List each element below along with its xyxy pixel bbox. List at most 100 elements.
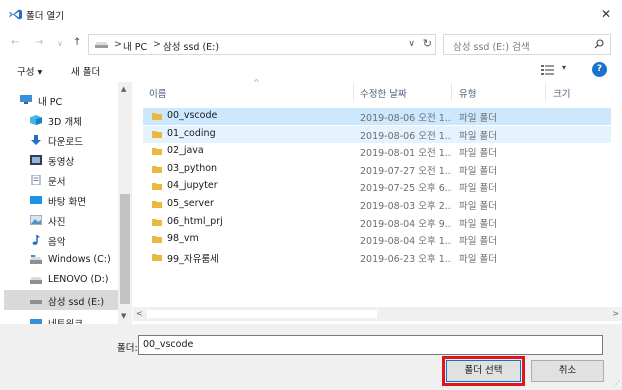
drive-icon — [30, 297, 42, 304]
nav-item-network[interactable]: 네트워크 — [4, 312, 118, 324]
file-type: 파일 폴더 — [459, 218, 497, 230]
forward-arrow-icon[interactable]: → — [35, 37, 43, 48]
file-type: 파일 폴더 — [459, 253, 497, 265]
column-header-type[interactable]: 유형 — [459, 86, 476, 100]
folder-icon — [152, 148, 162, 156]
nav-item-pictures[interactable]: 사진 — [4, 210, 118, 230]
nav-item-desktop[interactable]: 바탕 화면 — [4, 190, 118, 210]
file-row[interactable]: 02_java 2019-08-01 오전 1... 파일 폴더 — [143, 143, 611, 160]
file-name: 03_python — [167, 162, 218, 174]
address-bar[interactable]: > 내 PC > 삼성 ssd (E:) ∨ ↻ — [88, 34, 436, 55]
file-type: 파일 폴더 — [459, 201, 497, 212]
column-header-name[interactable]: 이름 — [149, 86, 166, 100]
nav-item-label: Windows (C:) — [48, 254, 111, 265]
file-name: 98_vm — [167, 233, 199, 245]
folder-name-input[interactable]: 00_vscode — [138, 335, 603, 355]
search-icon[interactable] — [594, 39, 604, 49]
file-row[interactable]: 00_vscode 2019-08-06 오전 1... 파일 폴더 — [143, 108, 611, 125]
chevron-down-icon[interactable]: ∨ — [408, 39, 415, 49]
dialog-footer: 폴더: 00_vscode 폴더 선택 취소 ⋰ — [0, 324, 622, 390]
file-modified-date: 2019-08-04 오후 9... — [360, 218, 452, 230]
music-icon — [32, 235, 40, 245]
file-name: 04_jupyter — [167, 180, 218, 192]
file-row[interactable]: 01_coding 2019-08-06 오전 1... 파일 폴더 — [143, 125, 611, 143]
help-icon[interactable]: ? — [592, 62, 607, 77]
nav-pane-scrollbar[interactable]: ▲ ▼ — [118, 82, 132, 324]
visual-studio-code-icon — [9, 9, 22, 20]
nav-item-drive-e[interactable]: 삼성 ssd (E:) — [4, 290, 118, 310]
view-icon — [541, 65, 554, 75]
navigation-pane: 내 PC 3D 개체 다운로드 동영상 문서 바탕 화면 사진 음악 Windo… — [0, 82, 133, 324]
video-icon — [30, 155, 42, 165]
file-row[interactable]: 05_server 2019-08-03 오후 2... 파일 폴더 — [143, 196, 611, 213]
breadcrumb-separator: > — [114, 39, 122, 50]
folder-icon — [152, 183, 162, 191]
new-folder-button[interactable]: 새 폴더 — [71, 64, 100, 78]
column-header-size[interactable]: 크기 — [553, 86, 570, 100]
breadcrumb-separator: > — [153, 39, 161, 50]
column-divider[interactable] — [353, 83, 354, 101]
file-type: 파일 폴더 — [459, 165, 497, 177]
nav-item-label: LENOVO (D:) — [48, 274, 109, 285]
horizontal-scrollbar[interactable]: < > — [133, 307, 622, 321]
nav-item-drive-c[interactable]: Windows (C:) — [4, 250, 118, 270]
nav-item-drive-d[interactable]: LENOVO (D:) — [4, 270, 118, 290]
nav-item-label: 음악 — [48, 237, 66, 248]
window-title: 폴더 열기 — [26, 11, 64, 22]
scroll-up-icon[interactable]: ▲ — [121, 85, 126, 93]
breadcrumb-this-pc[interactable]: 내 PC — [123, 39, 147, 53]
column-divider[interactable] — [451, 83, 452, 101]
download-icon — [31, 135, 41, 145]
nav-item-label: 3D 개체 — [48, 117, 82, 128]
column-divider[interactable] — [545, 83, 546, 101]
back-arrow-icon[interactable]: ← — [11, 37, 19, 48]
column-header-modified[interactable]: 수정한 날짜 — [360, 86, 407, 100]
cancel-button[interactable]: 취소 — [531, 360, 604, 382]
document-icon — [31, 175, 41, 185]
select-folder-button[interactable]: 폴더 선택 — [446, 360, 521, 382]
organize-button[interactable]: 구성 ▾ — [17, 64, 42, 78]
nav-item-music[interactable]: 음악 — [4, 230, 118, 250]
network-icon — [30, 319, 42, 324]
nav-item-this-pc[interactable]: 내 PC — [4, 90, 118, 110]
nav-item-label: 사진 — [48, 217, 66, 228]
navigation-row: ← → ∨ ↑ > 내 PC > 삼성 ssd (E:) ∨ ↻ 삼성 ssd … — [0, 31, 622, 57]
breadcrumb-drive-e[interactable]: 삼성 ssd (E:) — [163, 39, 219, 53]
file-row[interactable]: 06_html_prj 2019-08-04 오후 9... 파일 폴더 — [143, 214, 611, 231]
file-row[interactable]: 98_vm 2019-08-04 오후 1... 파일 폴더 — [143, 231, 611, 248]
file-row[interactable]: 99_자유룸세 2019-06-23 오후 1... 파일 폴더 — [143, 249, 611, 266]
nav-item-label: 내 PC — [38, 97, 63, 108]
nav-item-videos[interactable]: 동영상 — [4, 150, 118, 170]
search-box[interactable]: 삼성 ssd (E:) 검색 — [443, 34, 611, 55]
file-name: 01_coding — [167, 127, 216, 139]
view-options-button[interactable]: ▾ — [541, 63, 571, 77]
nav-item-documents[interactable]: 문서 — [4, 170, 118, 190]
nav-item-downloads[interactable]: 다운로드 — [4, 130, 118, 150]
scroll-down-icon[interactable]: ▼ — [121, 312, 126, 320]
resize-grip-icon[interactable]: ⋰ — [613, 380, 620, 388]
file-modified-date: 2019-06-23 오후 1... — [360, 253, 452, 265]
file-modified-date: 2019-08-03 오후 2... — [360, 201, 452, 212]
folder-icon — [152, 201, 162, 208]
refresh-icon[interactable]: ↻ — [423, 37, 432, 50]
scroll-right-icon[interactable]: > — [612, 309, 619, 318]
file-modified-date: 2019-08-04 오후 1... — [360, 236, 452, 248]
folder-icon — [152, 218, 162, 226]
file-type: 파일 폴더 — [459, 130, 497, 142]
file-name: 06_html_prj — [167, 215, 223, 227]
recent-locations-icon[interactable]: ∨ — [57, 39, 63, 48]
file-modified-date: 2019-08-01 오전 1... — [360, 148, 452, 160]
file-type: 파일 폴더 — [459, 113, 497, 124]
scrollbar-thumb[interactable] — [120, 194, 130, 304]
file-row[interactable]: 03_python 2019-07-27 오전 1... 파일 폴더 — [143, 161, 611, 178]
close-icon[interactable]: ✕ — [598, 6, 614, 22]
nav-item-label: 삼성 ssd (E:) — [48, 297, 105, 308]
scroll-left-icon[interactable]: < — [136, 309, 143, 318]
up-arrow-icon[interactable]: ↑ — [73, 37, 81, 48]
nav-item-3d-objects[interactable]: 3D 개체 — [4, 110, 118, 130]
title-bar: 폴더 열기 ✕ — [0, 0, 622, 30]
folder-icon — [152, 236, 162, 244]
scrollbar-thumb[interactable] — [147, 310, 377, 318]
file-name: 02_java — [167, 145, 204, 157]
file-row[interactable]: 04_jupyter 2019-07-25 오후 6... 파일 폴더 — [143, 178, 611, 195]
